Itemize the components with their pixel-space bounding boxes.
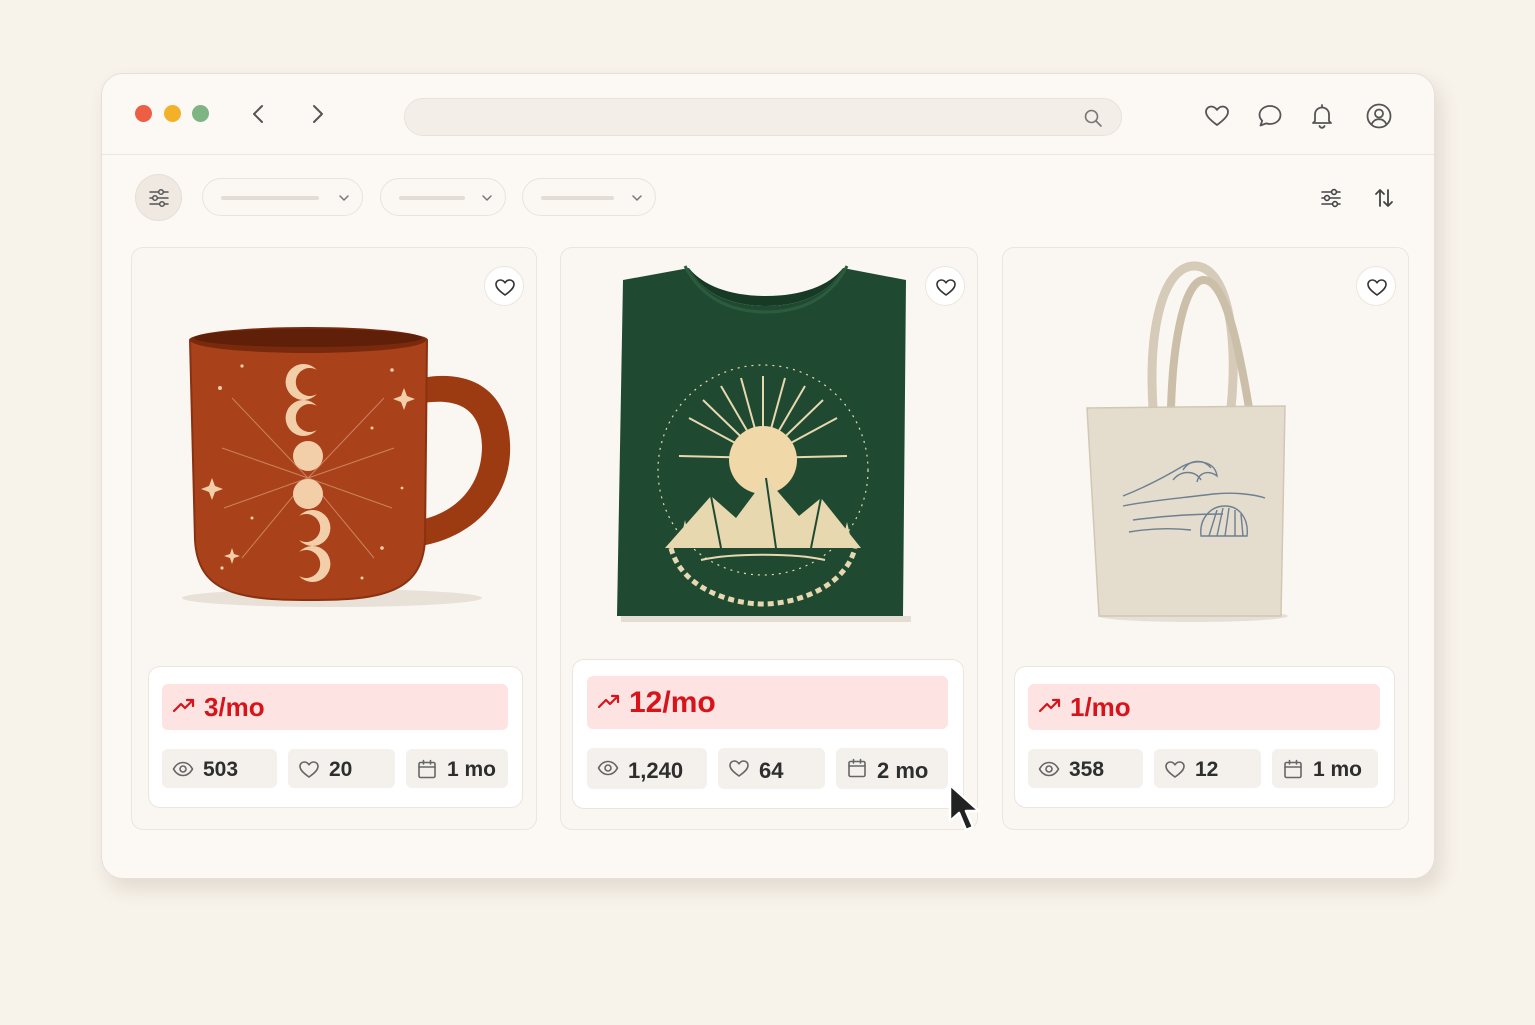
heart-icon xyxy=(1165,761,1185,778)
sort-icon xyxy=(1375,189,1393,207)
heart-icon xyxy=(299,761,319,778)
views-stat: 358 xyxy=(1028,749,1143,788)
calendar-icon xyxy=(1284,759,1302,779)
mouse-cursor-icon xyxy=(948,783,981,832)
views-stat: 503 xyxy=(162,749,277,788)
views-count: 503 xyxy=(203,758,239,781)
age-stat: 1 mo xyxy=(1272,749,1378,788)
filter-icon xyxy=(1321,188,1341,208)
views-count: 1,240 xyxy=(628,758,684,783)
dropdown-placeholder-bar xyxy=(399,196,465,200)
heart-icon xyxy=(1367,279,1387,296)
listing-age: 1 mo xyxy=(447,758,497,781)
address-bar[interactable] xyxy=(404,98,1122,136)
notifications-button[interactable] xyxy=(1308,102,1336,130)
likes-stat: 20 xyxy=(288,749,395,788)
account-button[interactable] xyxy=(1365,102,1393,130)
bell-icon xyxy=(1312,104,1332,129)
sliders-icon xyxy=(149,188,169,208)
mug-product-image xyxy=(182,327,511,607)
favorites-button[interactable] xyxy=(1203,102,1231,130)
back-button[interactable] xyxy=(247,102,271,126)
likes-count: 12 xyxy=(1195,758,1219,781)
sales-trend-value: 12/mo xyxy=(629,686,716,719)
heart-icon xyxy=(495,279,515,296)
sales-trend-badge: 3/mo xyxy=(162,684,508,730)
eye-icon xyxy=(597,760,619,776)
dropdown-placeholder-bar xyxy=(221,196,319,200)
heart-icon xyxy=(1205,105,1229,126)
address-input[interactable] xyxy=(423,99,1063,135)
listing-age: 2 mo xyxy=(877,758,929,783)
favorite-button[interactable] xyxy=(484,266,524,306)
product-stats-panel: 3/mo 503 20 1 mo xyxy=(148,666,523,808)
minimize-window-button[interactable] xyxy=(164,105,181,122)
trending-up-icon xyxy=(597,694,620,709)
favorite-button[interactable] xyxy=(1356,266,1396,306)
chevron-down-icon xyxy=(482,195,492,201)
sales-trend-value: 3/mo xyxy=(204,692,265,722)
calendar-icon xyxy=(418,759,436,779)
product-stats-panel: 1/mo 358 12 1 mo xyxy=(1014,666,1395,808)
title-bar xyxy=(102,74,1434,155)
likes-stat: 12 xyxy=(1154,749,1261,788)
filters-toggle-button[interactable] xyxy=(135,174,182,221)
chevron-right-icon xyxy=(313,105,323,123)
likes-count: 64 xyxy=(759,758,784,783)
filter-dropdown-2[interactable] xyxy=(380,178,506,216)
tshirt-product-image xyxy=(617,265,911,622)
messages-button[interactable] xyxy=(1256,102,1284,130)
dropdown-placeholder-bar xyxy=(541,196,614,200)
age-stat: 2 mo xyxy=(836,748,948,789)
chevron-left-icon xyxy=(253,105,263,123)
product-stats-panel: 12/mo 1,240 64 2 mo xyxy=(572,659,964,809)
tote-bag-product-image xyxy=(1086,261,1288,622)
trending-up-icon xyxy=(1038,698,1061,713)
product-card-tshirt[interactable]: 12/mo 1,240 64 2 mo xyxy=(560,247,978,830)
forward-button[interactable] xyxy=(305,102,329,126)
sales-trend-value: 1/mo xyxy=(1070,692,1131,722)
trending-up-icon xyxy=(172,698,195,713)
views-stat: 1,240 xyxy=(587,748,707,789)
filter-dropdown-3[interactable] xyxy=(522,178,656,216)
views-count: 358 xyxy=(1069,758,1105,781)
eye-icon xyxy=(1038,761,1060,777)
eye-icon xyxy=(172,761,194,777)
heart-icon xyxy=(729,760,749,777)
filter-dropdown-1[interactable] xyxy=(202,178,363,216)
calendar-icon xyxy=(848,758,866,778)
sort-button[interactable] xyxy=(1372,186,1396,210)
sales-trend-badge: 12/mo xyxy=(587,676,948,729)
product-card-tote-bag[interactable]: 1/mo 358 12 1 mo xyxy=(1002,247,1409,830)
user-icon xyxy=(1366,103,1392,129)
favorite-button[interactable] xyxy=(925,266,965,306)
search-icon[interactable] xyxy=(1083,108,1103,128)
heart-icon xyxy=(936,279,956,296)
maximize-window-button[interactable] xyxy=(192,105,209,122)
listing-age: 1 mo xyxy=(1313,758,1363,781)
close-window-button[interactable] xyxy=(135,105,152,122)
sales-trend-badge: 1/mo xyxy=(1028,684,1380,730)
browser-window: 3/mo 503 20 1 mo 12/mo 1,240 64 2 mo 1/m… xyxy=(101,73,1435,879)
filter-settings-button[interactable] xyxy=(1319,186,1343,210)
product-card-mug[interactable]: 3/mo 503 20 1 mo xyxy=(131,247,537,830)
chat-icon xyxy=(1258,105,1282,127)
likes-count: 20 xyxy=(329,758,353,781)
chevron-down-icon xyxy=(339,195,349,201)
likes-stat: 64 xyxy=(718,748,825,789)
age-stat: 1 mo xyxy=(406,749,508,788)
chevron-down-icon xyxy=(632,195,642,201)
